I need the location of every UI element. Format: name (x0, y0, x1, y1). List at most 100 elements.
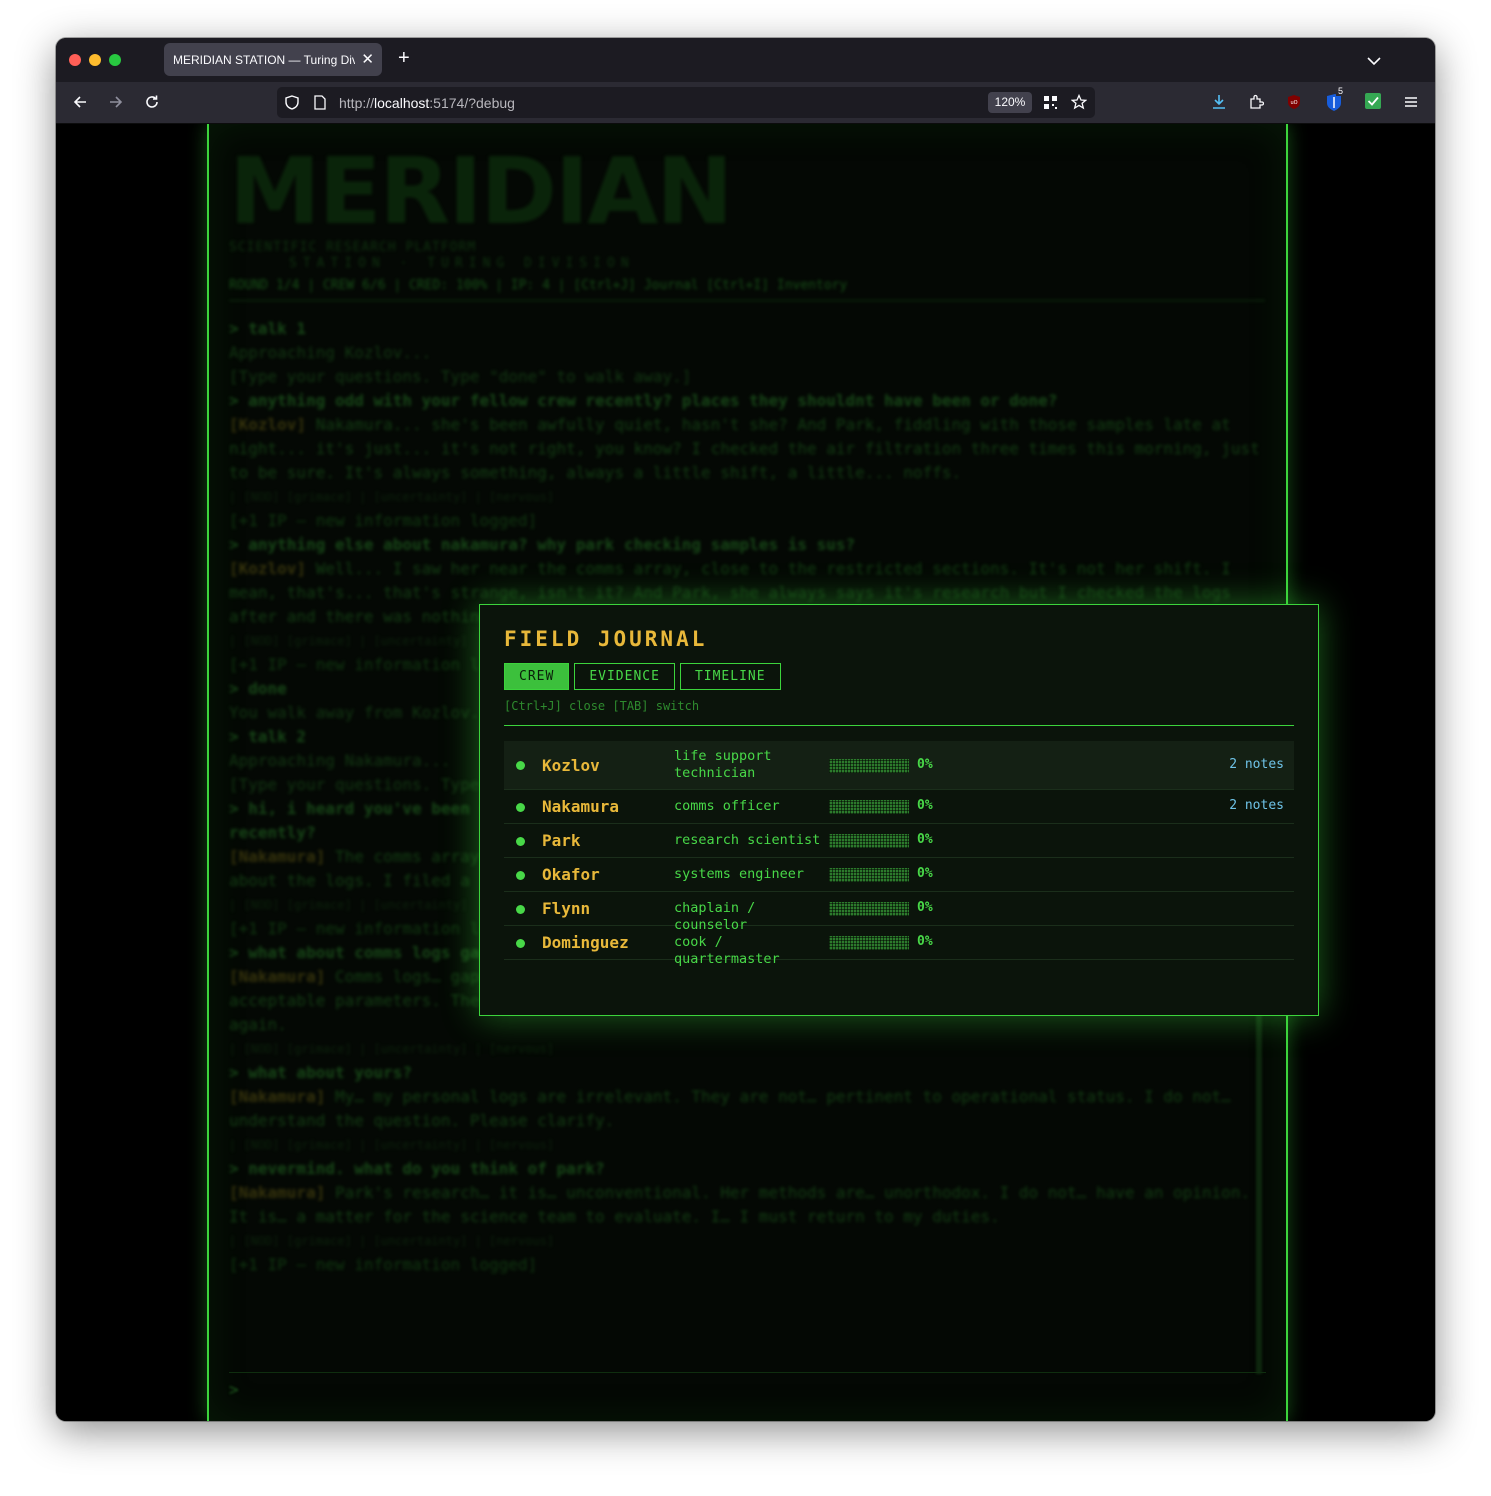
back-icon[interactable] (72, 94, 88, 114)
bitwarden-icon[interactable]: 5 (1325, 86, 1346, 116)
crew-name: Nakamura (542, 797, 620, 816)
crew-role: life support technician (674, 748, 772, 781)
url-host: localhost (374, 95, 430, 111)
progress-percent: 0% (917, 900, 933, 915)
log-line: [Nakamura] My… my personal logs are irre… (229, 1085, 1265, 1133)
download-icon[interactable] (1211, 94, 1227, 114)
status-dot-icon (516, 761, 525, 770)
progress-bar (829, 902, 909, 916)
browser-tab[interactable]: MERIDIAN STATION — Turing Division ✕ (164, 43, 382, 76)
ublock-icon[interactable]: uO (1286, 94, 1302, 114)
url-text[interactable]: http://localhost:5174/?debug (339, 95, 515, 111)
log-line: > talk 1 (229, 319, 307, 338)
zoom-window-button[interactable] (109, 54, 121, 66)
progress-bar (829, 800, 909, 814)
log-line: | [NOD] [grimace] | [uncertainty] | [ner… (229, 1234, 555, 1248)
log-line: [Nakamura] Park's research… it is… uncon… (229, 1181, 1265, 1229)
log-line: > anything else about nakamura? why park… (229, 535, 856, 554)
crew-row-park[interactable]: Park research scientist 0% (504, 824, 1294, 858)
log-line: | [NOD] [grimace] | [uncertainty] | [ner… (229, 490, 555, 504)
journal-hint: [Ctrl+J] close [TAB] switch (504, 699, 700, 713)
progress-bar (829, 758, 909, 773)
progress-bar (829, 936, 909, 950)
crew-role: research scientist (674, 832, 821, 848)
crew-name: Kozlov (542, 755, 600, 775)
status-dot-icon (516, 870, 525, 880)
tab-bar: MERIDIAN STATION — Turing Division ✕ + (56, 38, 1435, 82)
log-line: [+1 IP — new information logged] (229, 1255, 538, 1274)
crew-row-flynn[interactable]: Flynn chaplain / counselor 0% (504, 892, 1294, 933)
crew-role: systems engineer (674, 866, 805, 882)
crew-row-nakamura[interactable]: Nakamura comms officer 0% 2 notes (504, 790, 1294, 824)
extension-icon[interactable] (1248, 94, 1265, 114)
journal-divider (504, 725, 1294, 726)
status-divider (229, 300, 1265, 301)
tab-timeline[interactable]: TIMELINE (679, 663, 781, 690)
tab-crew[interactable]: CREW (504, 663, 570, 690)
status-dot-icon (516, 904, 525, 914)
logo-subtitle: SCIENTIFIC RESEARCH PLATFORM (229, 240, 477, 255)
progress-percent: 0% (917, 798, 933, 813)
check-icon[interactable] (1365, 93, 1381, 113)
close-window-button[interactable] (69, 54, 81, 66)
zoom-level-button[interactable]: 120% (988, 92, 1032, 113)
crew-name: Dominguez (542, 933, 629, 952)
field-journal-modal: FIELD JOURNAL CREW EVIDENCE TIMELINE [Ct… (479, 604, 1319, 1016)
crew-row-dominguez[interactable]: Dominguez cook / quartermaster 0% (504, 926, 1294, 967)
nav-bar: http://localhost:5174/?debug 120% uO 5 (56, 82, 1435, 124)
speaker-label: [Nakamura] (229, 967, 326, 986)
browser-window: MERIDIAN STATION — Turing Division ✕ + h… (56, 38, 1435, 1421)
shield-icon[interactable] (285, 95, 299, 114)
chevron-down-icon[interactable] (1367, 51, 1381, 70)
url-scheme: http:// (339, 95, 375, 111)
crew-row-kozlov[interactable]: Kozlov life support technician 0% 2 notes (504, 741, 1294, 790)
progress-percent: 0% (917, 866, 933, 881)
new-tab-icon[interactable]: + (398, 47, 410, 70)
log-line: > anything odd with your fellow crew rec… (229, 391, 1058, 410)
svg-text:uO: uO (1290, 100, 1297, 106)
forward-icon[interactable] (108, 94, 124, 114)
speaker-label: [Kozlov] (229, 415, 307, 434)
log-line: > nevermind. what do you think of park? (229, 1159, 605, 1178)
reload-icon[interactable] (144, 94, 160, 114)
url-bar[interactable]: http://localhost:5174/?debug 120% (277, 87, 1095, 118)
log-line: Approaching Kozlov... (229, 343, 432, 362)
qr-icon[interactable] (1043, 95, 1058, 114)
star-icon[interactable] (1070, 93, 1088, 114)
progress-bar (829, 868, 909, 882)
crew-row-okafor[interactable]: Okafor systems engineer 0% (504, 858, 1294, 892)
progress-percent: 0% (917, 934, 933, 949)
page-content: MERIDIAN SCIENTIFIC RESEARCH PLATFORM ST… (56, 124, 1435, 1421)
crew-name: Okafor (542, 865, 600, 884)
speaker-label: [Kozlov] (229, 559, 307, 578)
journal-tabs: CREW EVIDENCE TIMELINE (504, 663, 781, 690)
command-prompt[interactable]: > (229, 1380, 239, 1399)
speaker-label: [Nakamura] (229, 1183, 326, 1202)
terminal-frame: MERIDIAN SCIENTIFIC RESEARCH PLATFORM ST… (207, 124, 1319, 1421)
log-line: | [NOD] [grimace] | [uncertainty] | [ner… (229, 1042, 555, 1056)
status-dot-icon (516, 938, 525, 948)
minimize-window-button[interactable] (89, 54, 101, 66)
notes-count[interactable]: 2 notes (1229, 798, 1284, 813)
speaker-label: [Nakamura] (229, 1087, 326, 1106)
speaker-label: [Nakamura] (229, 847, 326, 866)
speech-text: My… my personal logs are irrelevant. The… (229, 1087, 1241, 1130)
logo-subtitle-2: STATION · TURING DIVISION (289, 256, 635, 271)
speech-text: Park's research… it is… unconventional. … (229, 1183, 1260, 1226)
tab-evidence[interactable]: EVIDENCE (574, 663, 675, 690)
progress-bar (829, 834, 909, 848)
journal-title: FIELD JOURNAL (504, 627, 708, 651)
notes-count[interactable]: 2 notes (1229, 757, 1284, 772)
menu-icon[interactable] (1404, 94, 1418, 113)
log-line: > what about yours? (229, 1063, 413, 1082)
log-line: [+1 IP — new information logged] (229, 511, 538, 530)
progress-percent: 0% (917, 756, 933, 772)
crew-list: Kozlov life support technician 0% 2 notes Na… (504, 741, 1294, 967)
speech-text: Nakamura... she's been awfully quiet, ha… (229, 415, 1270, 482)
status-line: ROUND 1/4 | CREW 6/6 | CRED: 100% | IP: … (229, 278, 848, 293)
close-tab-icon[interactable]: ✕ (361, 50, 374, 68)
tab-title: MERIDIAN STATION — Turing Division (173, 53, 355, 67)
log-line: [Kozlov] Nakamura... she's been awfully … (229, 413, 1265, 485)
status-dot-icon (516, 802, 525, 812)
crew-role: comms officer (674, 798, 780, 814)
